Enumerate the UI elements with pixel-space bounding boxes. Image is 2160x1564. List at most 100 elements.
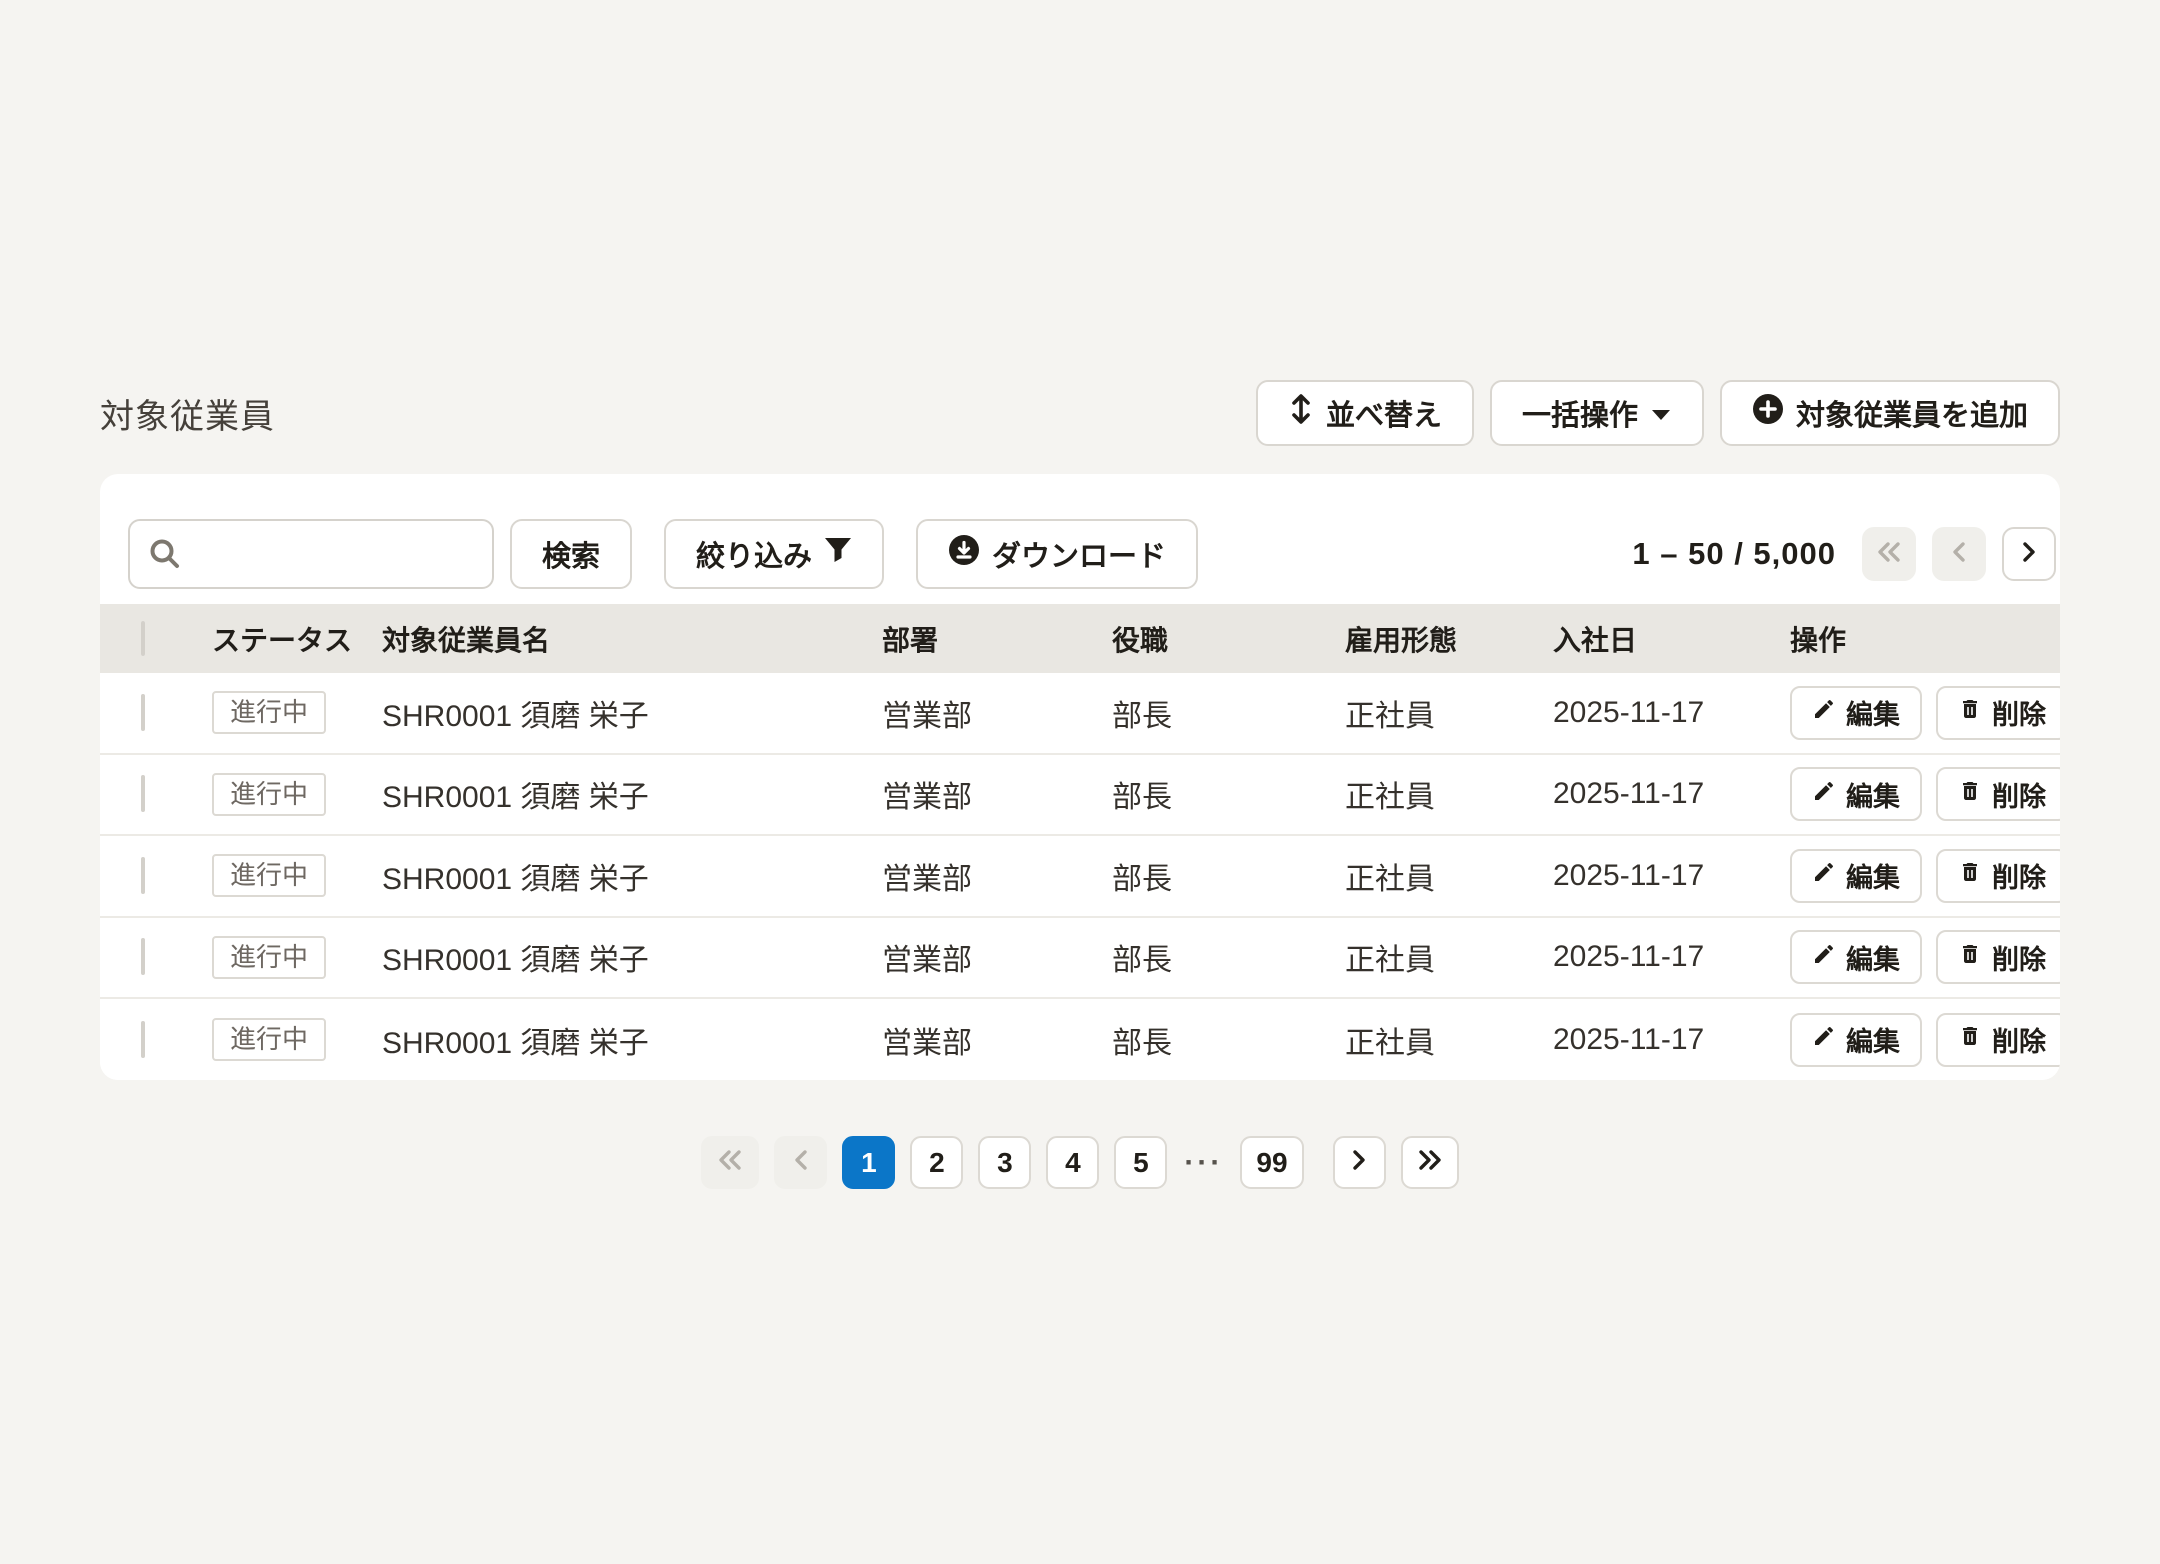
pagination-ellipsis: ··· bbox=[1182, 1146, 1225, 1180]
page-header: 対象従業員 並べ替え 一括操作 対象従業員を追加 bbox=[100, 380, 2060, 446]
delete-button[interactable]: 削除 bbox=[1936, 849, 2060, 903]
column-header-department: 部署 bbox=[882, 619, 1112, 659]
department-cell: 営業部 bbox=[882, 691, 1112, 735]
prev-page-button-top[interactable] bbox=[1932, 527, 1986, 581]
hire-date-cell: 2025-11-17 bbox=[1553, 777, 1790, 811]
status-badge: 進行中 bbox=[212, 773, 326, 816]
bulk-actions-button-label: 一括操作 bbox=[1522, 392, 1638, 434]
edit-button[interactable]: 編集 bbox=[1790, 767, 1922, 821]
delete-button[interactable]: 削除 bbox=[1936, 686, 2060, 740]
next-page-button[interactable] bbox=[1333, 1136, 1386, 1189]
result-range: 1 – 50 / 5,000 bbox=[1632, 536, 1836, 572]
download-button-label: ダウンロード bbox=[992, 533, 1166, 575]
download-circle-icon bbox=[948, 534, 980, 574]
row-checkbox[interactable] bbox=[141, 1021, 145, 1058]
page-button-99[interactable]: 99 bbox=[1240, 1136, 1303, 1189]
edit-button-label: 編集 bbox=[1846, 938, 1900, 977]
employment-cell: 正社員 bbox=[1345, 772, 1553, 816]
first-page-button[interactable] bbox=[701, 1136, 759, 1189]
toolbar-pager: 1 – 50 / 5,000 bbox=[1632, 527, 2056, 581]
table-row: 進行中 SHR0001 須磨 栄子 営業部 部長 正社員 2025-11-17 … bbox=[100, 673, 2060, 755]
table-row: 進行中 SHR0001 須磨 栄子 営業部 部長 正社員 2025-11-17 … bbox=[100, 999, 2060, 1080]
column-header-actions: 操作 bbox=[1790, 619, 2060, 659]
position-cell: 部長 bbox=[1112, 1018, 1345, 1062]
search-button[interactable]: 検索 bbox=[510, 519, 632, 589]
last-page-button[interactable] bbox=[1401, 1136, 1459, 1189]
pencil-icon bbox=[1812, 860, 1836, 891]
employment-cell: 正社員 bbox=[1345, 854, 1553, 898]
edit-button-label: 編集 bbox=[1846, 1020, 1900, 1059]
chevron-left-icon bbox=[1950, 540, 1968, 569]
employee-name-cell: SHR0001 須磨 栄子 bbox=[382, 854, 882, 898]
first-page-button-top[interactable] bbox=[1862, 527, 1916, 581]
employee-name-cell: SHR0001 須磨 栄子 bbox=[382, 772, 882, 816]
download-button[interactable]: ダウンロード bbox=[916, 519, 1198, 589]
add-employee-button[interactable]: 対象従業員を追加 bbox=[1720, 380, 2060, 446]
sort-button[interactable]: 並べ替え bbox=[1256, 380, 1474, 446]
row-checkbox[interactable] bbox=[141, 694, 145, 731]
page-button-1[interactable]: 1 bbox=[842, 1136, 895, 1189]
search-button-label: 検索 bbox=[542, 533, 600, 575]
sort-vertical-icon bbox=[1288, 393, 1314, 433]
delete-button[interactable]: 削除 bbox=[1936, 1013, 2060, 1067]
hire-date-cell: 2025-11-17 bbox=[1553, 940, 1790, 974]
prev-page-button[interactable] bbox=[774, 1136, 827, 1189]
table-row: 進行中 SHR0001 須磨 栄子 営業部 部長 正社員 2025-11-17 … bbox=[100, 918, 2060, 1000]
filter-button-label: 絞り込み bbox=[696, 533, 812, 575]
pencil-icon bbox=[1812, 942, 1836, 973]
delete-button[interactable]: 削除 bbox=[1936, 930, 2060, 984]
column-header-position: 役職 bbox=[1112, 619, 1345, 659]
edit-button[interactable]: 編集 bbox=[1790, 1013, 1922, 1067]
edit-button[interactable]: 編集 bbox=[1790, 686, 1922, 740]
page-button-5[interactable]: 5 bbox=[1114, 1136, 1167, 1189]
edit-button[interactable]: 編集 bbox=[1790, 849, 1922, 903]
hire-date-cell: 2025-11-17 bbox=[1553, 859, 1790, 893]
page-title: 対象従業員 bbox=[100, 389, 275, 438]
delete-button-label: 削除 bbox=[1992, 775, 2046, 814]
employee-table-card: 検索 絞り込み ダウンロード 1 – 50 / 5,000 bbox=[100, 474, 2060, 1080]
chevron-right-icon bbox=[1350, 1147, 1368, 1179]
trash-icon bbox=[1958, 1024, 1982, 1055]
employment-cell: 正社員 bbox=[1345, 1018, 1553, 1062]
filter-button[interactable]: 絞り込み bbox=[664, 519, 884, 589]
page-button-2[interactable]: 2 bbox=[910, 1136, 963, 1189]
row-checkbox[interactable] bbox=[141, 857, 145, 894]
add-employee-button-label: 対象従業員を追加 bbox=[1796, 392, 2028, 434]
position-cell: 部長 bbox=[1112, 854, 1345, 898]
caret-down-icon bbox=[1650, 397, 1672, 430]
row-checkbox[interactable] bbox=[141, 938, 145, 975]
table-header-row: ステータス 対象従業員名 部署 役職 雇用形態 入社日 操作 bbox=[100, 604, 2060, 673]
hire-date-cell: 2025-11-17 bbox=[1553, 696, 1790, 730]
pencil-icon bbox=[1812, 697, 1836, 728]
search-input[interactable] bbox=[128, 519, 494, 589]
row-checkbox[interactable] bbox=[141, 775, 145, 812]
column-header-employment: 雇用形態 bbox=[1345, 619, 1553, 659]
double-chevron-left-icon bbox=[717, 1147, 743, 1179]
page-button-3[interactable]: 3 bbox=[978, 1136, 1031, 1189]
delete-button-label: 削除 bbox=[1992, 938, 2046, 977]
table-row: 進行中 SHR0001 須磨 栄子 営業部 部長 正社員 2025-11-17 … bbox=[100, 836, 2060, 918]
trash-icon bbox=[1958, 697, 1982, 728]
delete-button[interactable]: 削除 bbox=[1936, 767, 2060, 821]
next-page-button-top[interactable] bbox=[2002, 527, 2056, 581]
status-badge: 進行中 bbox=[212, 1018, 326, 1061]
status-badge: 進行中 bbox=[212, 691, 326, 734]
delete-button-label: 削除 bbox=[1992, 693, 2046, 732]
column-header-status: ステータス bbox=[212, 619, 382, 659]
edit-button-label: 編集 bbox=[1846, 856, 1900, 895]
edit-button-label: 編集 bbox=[1846, 775, 1900, 814]
edit-button[interactable]: 編集 bbox=[1790, 930, 1922, 984]
delete-button-label: 削除 bbox=[1992, 1020, 2046, 1059]
department-cell: 営業部 bbox=[882, 772, 1112, 816]
page-button-4[interactable]: 4 bbox=[1046, 1136, 1099, 1189]
bulk-actions-button[interactable]: 一括操作 bbox=[1490, 380, 1704, 446]
filter-funnel-icon bbox=[824, 537, 852, 571]
department-cell: 営業部 bbox=[882, 854, 1112, 898]
sort-button-label: 並べ替え bbox=[1326, 392, 1442, 434]
double-chevron-right-icon bbox=[1417, 1147, 1443, 1179]
select-all-checkbox[interactable] bbox=[141, 621, 145, 656]
plus-circle-icon bbox=[1752, 393, 1784, 433]
pagination-bar: 1 2 3 4 5 ··· 99 bbox=[0, 1136, 2160, 1189]
status-badge: 進行中 bbox=[212, 936, 326, 979]
status-badge: 進行中 bbox=[212, 854, 326, 897]
